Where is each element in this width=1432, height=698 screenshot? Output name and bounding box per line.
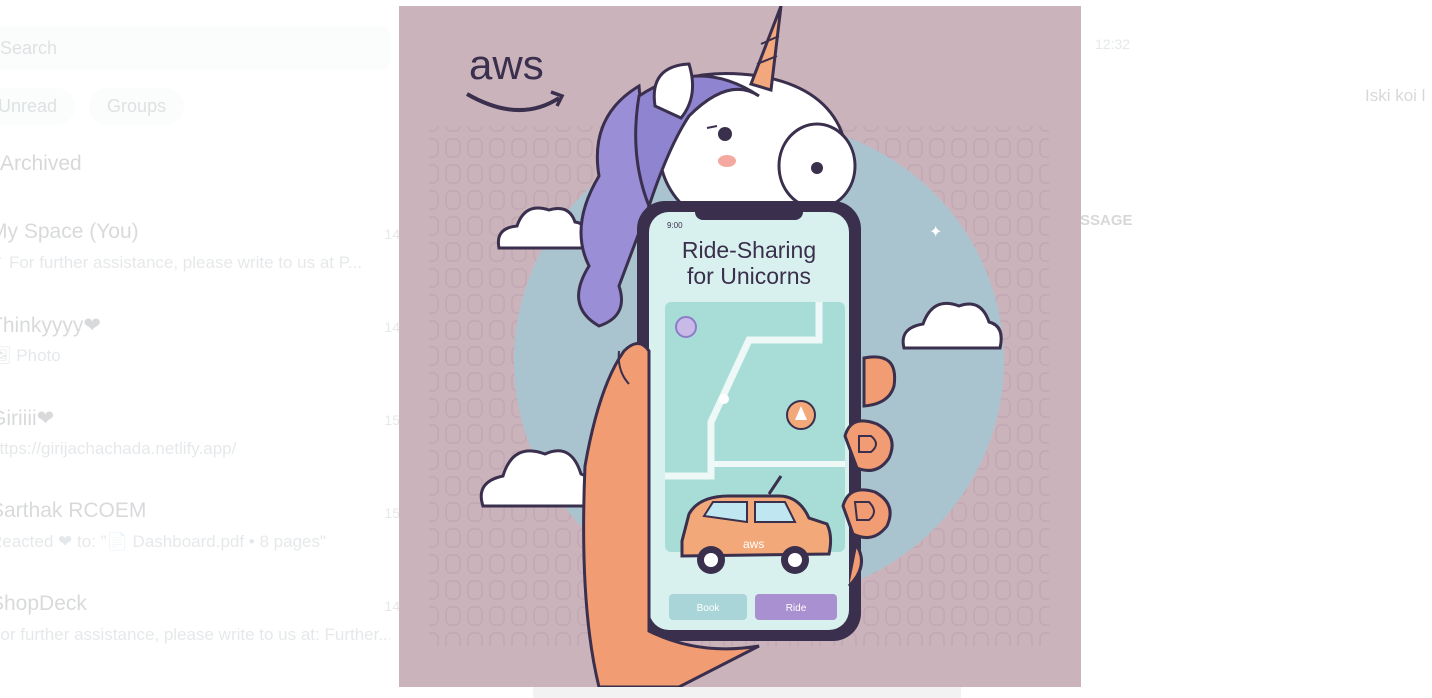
chat-preview: https://girijachachada.netlify.app/ xyxy=(0,439,237,458)
chat-name: ShopDeck xyxy=(0,592,87,615)
message-time: 12:32 xyxy=(1095,36,1131,52)
message-text: Iski koi l xyxy=(1365,86,1426,105)
phone-title-line1: Ride-Sharing xyxy=(682,237,816,263)
chat-time: 15 xyxy=(384,412,400,428)
chat-preview: 🖼 Photo xyxy=(0,346,61,365)
phone-icon: 9:00 Ride-Sharing for Unicorns aws Book … xyxy=(637,201,861,641)
aws-logo-text: aws xyxy=(469,41,544,88)
sparkle-icon: ✦ xyxy=(929,224,942,241)
chat-preview: For further assistance, please write to … xyxy=(0,625,390,644)
archived-label[interactable]: Archived xyxy=(0,152,82,176)
search-bar[interactable]: Search xyxy=(0,26,390,70)
phone-title-line2: for Unicorns xyxy=(687,263,811,289)
phone-status-time: 9:00 xyxy=(667,221,683,230)
car-aws-label: aws xyxy=(743,537,764,551)
map-pin-icon xyxy=(719,394,729,404)
chat-list: My Space (You) ✓ For further assistance,… xyxy=(0,210,400,675)
chat-item[interactable]: My Space (You) ✓ For further assistance,… xyxy=(0,210,400,303)
image-viewer: aws ✦ ✦ xyxy=(399,6,1081,687)
chat-name: Sarthak RCOEM xyxy=(0,499,147,522)
filter-chip-groups[interactable]: Groups xyxy=(89,88,185,125)
chat-name: Giriiii❤ xyxy=(0,407,55,430)
chat-time: 14 xyxy=(384,226,400,242)
map-marker-icon xyxy=(675,316,697,338)
chat-preview: Reacted ❤ to: "📄 Dashboard.pdf • 8 pages… xyxy=(0,532,327,551)
chat-name: Thinkyyyy❤ xyxy=(0,314,101,337)
message-button[interactable]: SSAGE xyxy=(1080,212,1133,229)
phone-button-left-label: Book xyxy=(697,603,721,614)
chat-time: 14 xyxy=(384,319,400,335)
chat-item[interactable]: Thinkyyyy❤ 🖼 Photo 14 xyxy=(0,303,400,396)
chat-item[interactable]: Sarthak RCOEM Reacted ❤ to: "📄 Dashboard… xyxy=(0,489,400,582)
chat-preview: ✓ For further assistance, please write t… xyxy=(0,253,363,272)
chat-time: 15 xyxy=(384,505,400,521)
phone-button-right-label: Ride xyxy=(786,603,807,614)
filter-chip-unread[interactable]: Unread xyxy=(0,88,76,125)
chat-item[interactable]: ShopDeck For further assistance, please … xyxy=(0,582,400,675)
chat-name: My Space (You) xyxy=(0,220,139,243)
chat-item[interactable]: Giriiii❤ https://girijachachada.netlify.… xyxy=(0,396,400,489)
chat-time: 14 xyxy=(384,598,400,614)
viewer-bottom-strip xyxy=(533,687,961,698)
search-placeholder: Search xyxy=(0,38,58,58)
filter-chips: Unread Groups xyxy=(0,88,185,125)
unicorn-rideshare-illustration: aws ✦ ✦ xyxy=(399,6,1081,687)
